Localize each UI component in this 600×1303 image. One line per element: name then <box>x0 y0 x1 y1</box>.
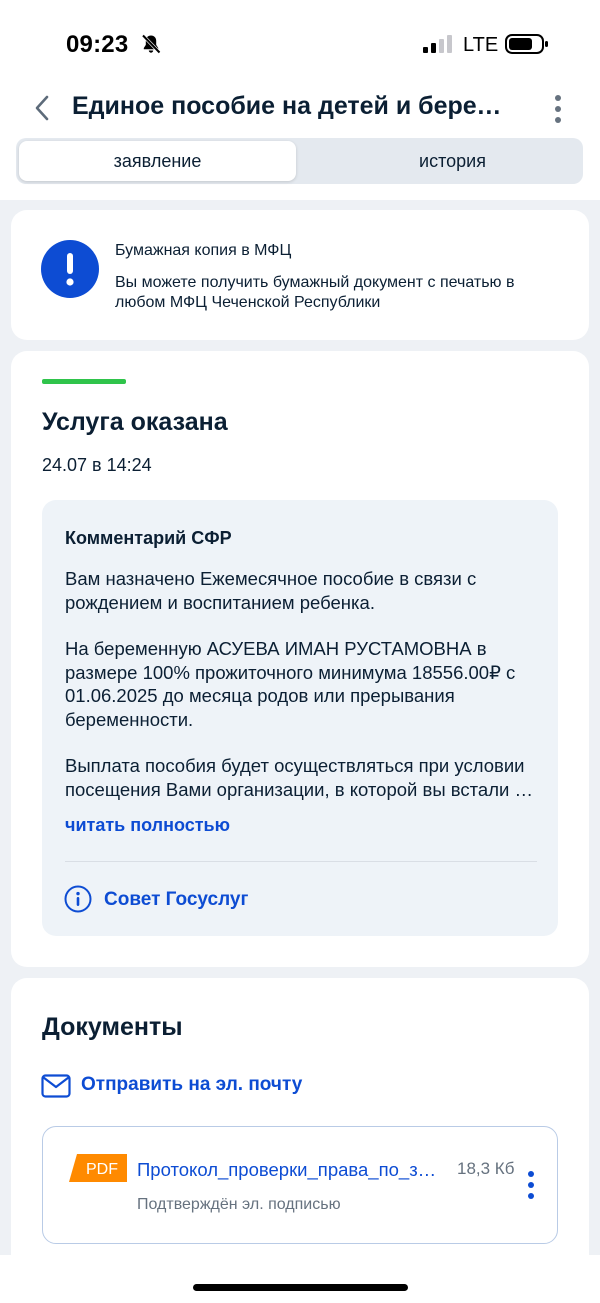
send-email-link[interactable]: Отправить на эл. почту <box>81 1074 302 1096</box>
page-title: Единое пособие на детей и беременных <box>72 92 518 120</box>
sfr-comment-box: Комментарий СФР Вам назначено Ежемесячно… <box>42 500 558 936</box>
bell-muted-icon <box>141 34 161 54</box>
info-icon <box>64 885 92 913</box>
pdf-file-icon: PDF <box>69 1154 127 1182</box>
signal-icon <box>423 35 452 53</box>
mail-icon[interactable] <box>41 1074 71 1098</box>
battery-icon <box>505 34 548 54</box>
network-type: LTE <box>463 34 499 56</box>
home-indicator[interactable] <box>193 1284 408 1291</box>
status-bar: 09:23 LTE <box>0 0 600 90</box>
status-indicator <box>42 379 126 384</box>
pdf-badge-label: PDF <box>86 1161 118 1178</box>
app-header: Единое пособие на детей и беременных <box>0 84 600 134</box>
back-chevron-icon[interactable] <box>30 93 54 123</box>
mfc-notice-card: Бумажная копия в МФЦ Вы можете получить … <box>11 210 589 340</box>
comment-text: Вам назначено Ежемесячное пособие в связ… <box>65 567 539 801</box>
service-status-card: Услуга оказана 24.07 в 14:24 Комментарий… <box>11 351 589 967</box>
comment-paragraph: Выплата пособия будет осуществляться при… <box>65 755 535 800</box>
bottom-safe-area <box>0 1255 600 1303</box>
exclamation-alert-icon <box>41 240 99 298</box>
file-more-icon[interactable] <box>521 1169 541 1201</box>
tab-history[interactable]: история <box>314 141 591 181</box>
file-name-link[interactable]: Протокол_проверки_права_по_заявлению.pdf <box>137 1159 443 1181</box>
comment-paragraph: Вам назначено Ежемесячное пособие в связ… <box>65 568 477 613</box>
file-signature-status: Подтверждён эл. подписью <box>137 1196 341 1213</box>
file-size: 18,3 Кб <box>457 1159 515 1178</box>
status-date: 24.07 в 14:24 <box>42 455 152 475</box>
gosuslugi-advice-link[interactable]: Совет Госуслуг <box>104 889 248 911</box>
tab-application[interactable]: заявление <box>19 141 296 181</box>
document-file-item[interactable]: PDF Протокол_проверки_права_по_заявлению… <box>42 1126 558 1244</box>
read-more-link[interactable]: читать полностью <box>65 815 230 836</box>
mfc-notice-text: Вы можете получить бумажный документ с п… <box>115 274 515 311</box>
documents-title: Документы <box>42 1013 183 1041</box>
mfc-notice-title: Бумажная копия в МФЦ <box>115 242 292 259</box>
status-time: 09:23 <box>66 31 129 58</box>
divider <box>65 861 537 862</box>
segmented-tabs: заявление история <box>16 138 583 184</box>
status-title: Услуга оказана <box>42 408 228 436</box>
comment-paragraph: На беременную АСУЕВА ИМАН РУСТАМОВНА в р… <box>65 638 516 730</box>
comment-title: Комментарий СФР <box>65 528 232 548</box>
documents-card: Документы Отправить на эл. почту PDF Про… <box>11 978 589 1278</box>
more-vertical-icon[interactable] <box>546 92 570 126</box>
